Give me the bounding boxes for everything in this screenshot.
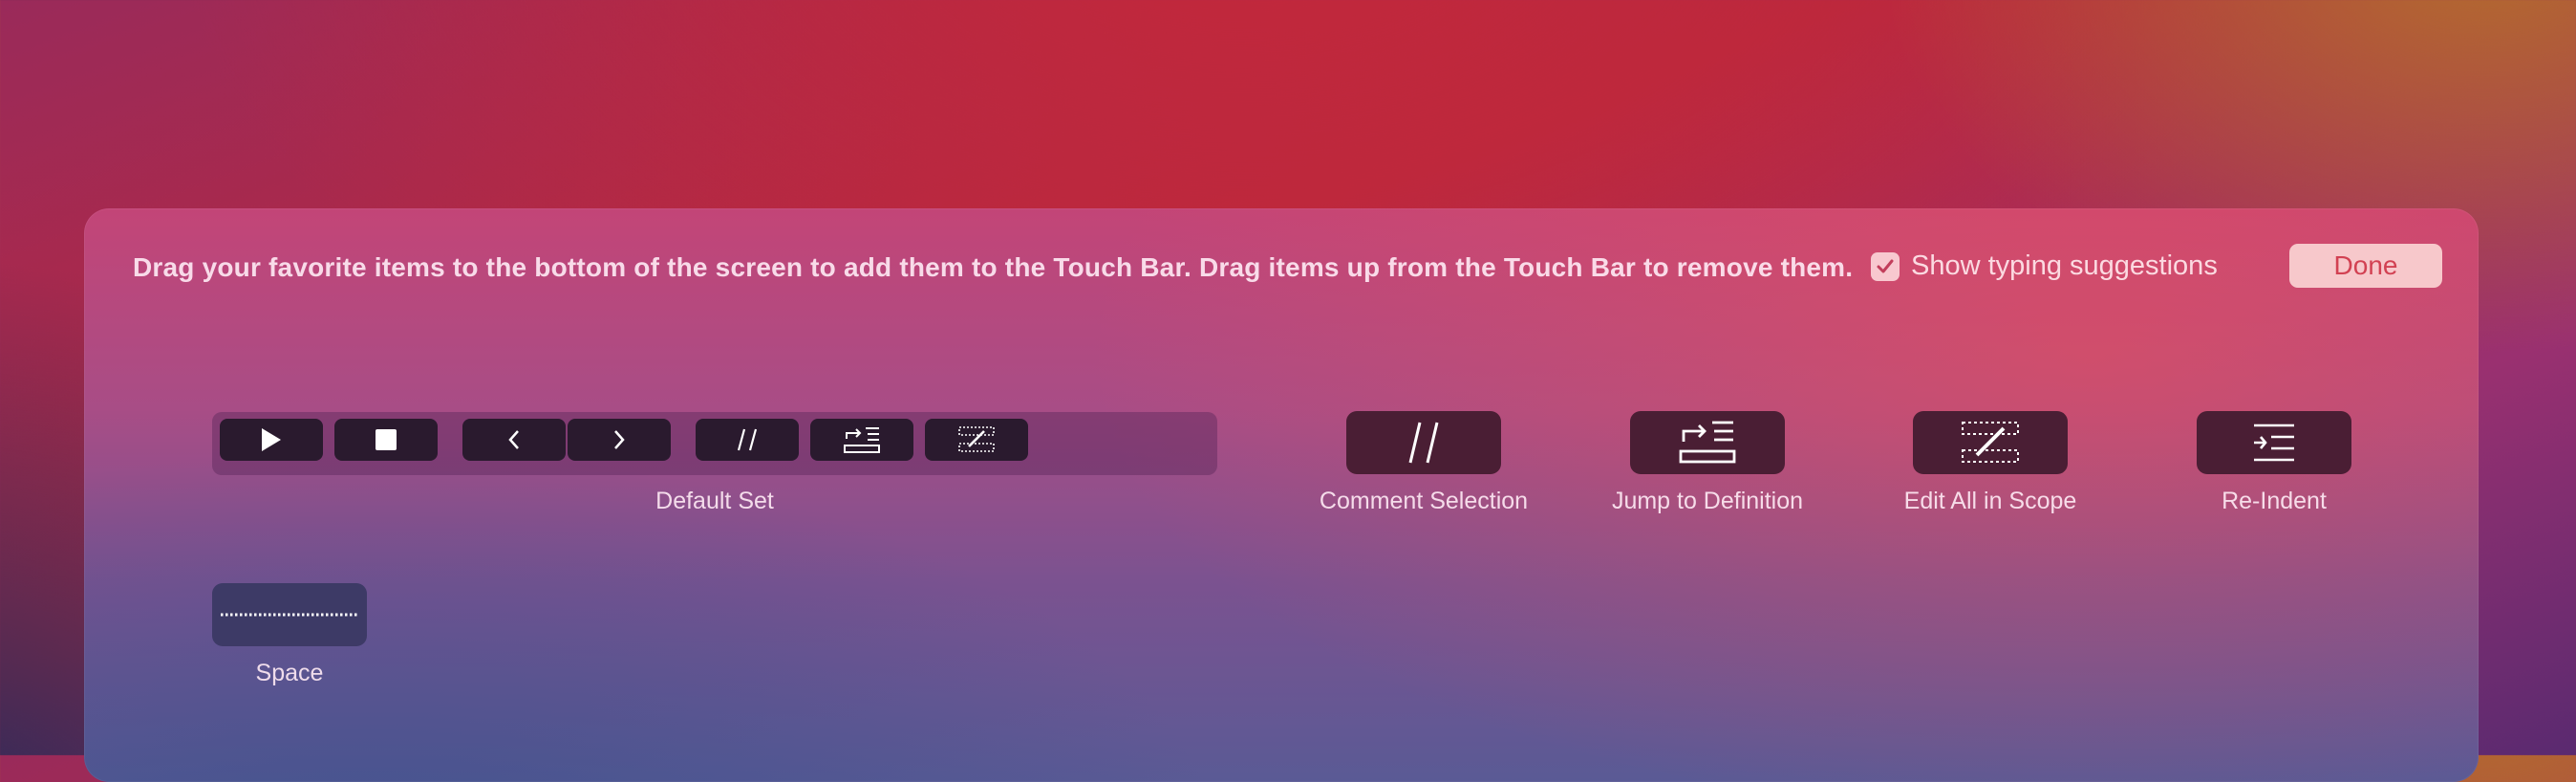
forward-key[interactable]: [568, 419, 671, 461]
comment-key[interactable]: [696, 419, 799, 461]
comment-icon: [737, 428, 758, 451]
play-icon: [262, 428, 281, 451]
comment-icon: [1408, 422, 1439, 464]
comment-selection-item[interactable]: [1346, 411, 1501, 474]
re-indent-icon: [2254, 424, 2294, 462]
re-indent-label: Re-Indent: [2222, 488, 2327, 514]
default-set-group[interactable]: [212, 412, 1217, 475]
space-item[interactable]: [212, 583, 367, 646]
chevron-right-icon: [614, 430, 625, 449]
touch-bar-customization-panel: Drag your favorite items to the bottom o…: [84, 208, 2479, 782]
edit-scope-icon: [958, 426, 995, 452]
back-key[interactable]: [462, 419, 566, 461]
comment-selection-label: Comment Selection: [1319, 488, 1529, 514]
jump-key[interactable]: [810, 419, 913, 461]
instructions-text: Drag your favorite items to the bottom o…: [133, 252, 1854, 282]
chevron-left-icon: [508, 430, 519, 449]
done-button[interactable]: Done: [2289, 244, 2442, 288]
edit-scope-icon: [1962, 422, 2019, 463]
stop-key[interactable]: [334, 419, 438, 461]
re-indent-item[interactable]: [2197, 411, 2351, 474]
show-typing-suggestions-toggle[interactable]: Show typing suggestions: [1871, 250, 2218, 282]
jump-icon: [844, 427, 880, 453]
jump-to-definition-label: Jump to Definition: [1611, 488, 1804, 514]
flexible-space-icon: [221, 613, 358, 617]
jump-icon: [1679, 421, 1736, 464]
jump-to-definition-item[interactable]: [1630, 411, 1785, 474]
suggestions-checkbox[interactable]: [1871, 251, 1900, 281]
space-label: Space: [255, 660, 324, 686]
edit-scope-key[interactable]: [925, 419, 1028, 461]
edit-all-in-scope-label: Edit All in Scope: [1903, 488, 2077, 514]
stop-icon: [376, 429, 397, 450]
play-key[interactable]: [220, 419, 323, 461]
checkmark-icon: [1877, 259, 1894, 272]
suggestions-label: Show typing suggestions: [1911, 250, 2218, 281]
default-set-label: Default Set: [655, 488, 774, 514]
edit-all-in-scope-item[interactable]: [1913, 411, 2068, 474]
